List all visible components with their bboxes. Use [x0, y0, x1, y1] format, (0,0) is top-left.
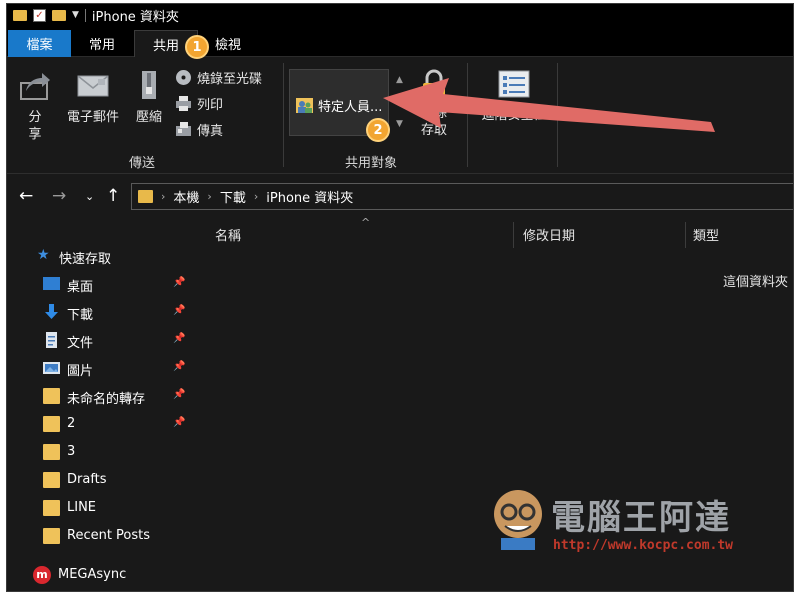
explorer-window: ✓ ▼ iPhone 資料夾 檔案 常用 共用 檢視 分 享 電子郵件 壓縮 燒… — [6, 3, 794, 592]
watermark-url: http://www.kocpc.com.tw — [553, 538, 734, 553]
watermark-logo: 電腦王阿達 http://www.kocpc.com.tw — [487, 478, 767, 558]
mascot-icon — [494, 490, 542, 550]
watermark-title: 電腦王阿達 — [551, 498, 731, 538]
